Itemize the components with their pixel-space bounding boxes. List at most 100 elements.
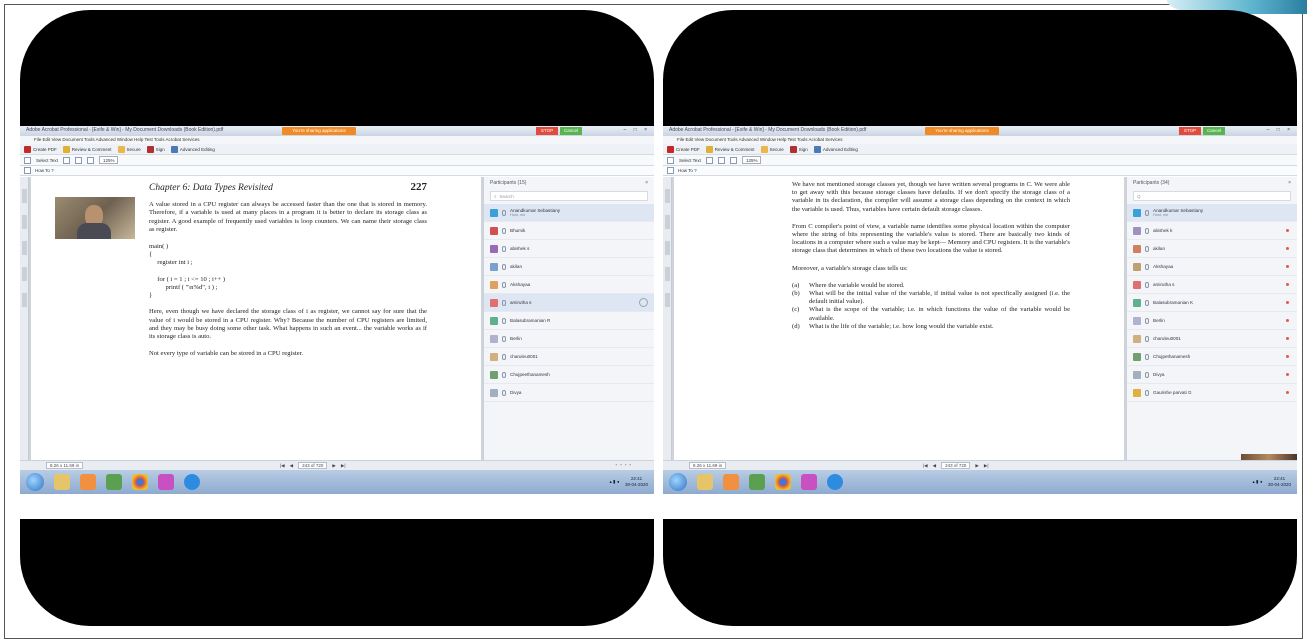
window-title: Adobe Acrobat Professional - [Exife & Wi…	[669, 127, 867, 133]
close-icon[interactable]: ×	[1288, 180, 1291, 186]
participant-row[interactable]: Divya	[484, 384, 654, 402]
media-icon[interactable]	[723, 474, 739, 490]
next-page-icon[interactable]: ▶	[975, 463, 978, 469]
prev-page-icon[interactable]: ◀	[933, 463, 936, 469]
stop-share-button[interactable]: STOP	[1179, 127, 1201, 135]
participant-row[interactable]: Chujpethanamesh	[1127, 348, 1297, 366]
tray-icons[interactable]: ▴ ▮ ◂	[1252, 479, 1262, 485]
participant-row[interactable]: Anandkumar Sebastiany Host, me	[484, 204, 654, 222]
participant-row[interactable]: Chujpeethanamesh	[484, 366, 654, 384]
participant-row[interactable]: Balasubramanian R	[484, 312, 654, 330]
page-input[interactable]: 243 of 720	[298, 462, 328, 469]
paint-icon[interactable]	[158, 474, 174, 490]
editing-tool[interactable]: Advanced Editing	[813, 145, 858, 153]
how-to-button[interactable]: How To ?	[35, 168, 54, 173]
prev-page-icon[interactable]: ◀	[290, 463, 293, 469]
page-fit-icon[interactable]	[729, 156, 737, 164]
more-options-icon[interactable]	[639, 298, 648, 307]
next-page-icon[interactable]: ▶	[332, 463, 335, 469]
pen-icon	[146, 145, 154, 153]
select-text-tool[interactable]: Select Text	[679, 158, 701, 163]
snapshot-icon[interactable]	[705, 156, 713, 164]
last-page-icon[interactable]: ▶|	[341, 463, 346, 469]
view-mode-icons[interactable]: ▫▫▫▫	[616, 462, 634, 467]
menu-bar[interactable]: File Edit View Document Tools Advanced W…	[20, 136, 654, 144]
zoom-icon[interactable]	[74, 156, 82, 164]
sign-tool[interactable]: Sign	[146, 145, 165, 153]
muted-indicator-icon	[1286, 229, 1289, 232]
zoom-app-icon[interactable]	[184, 474, 200, 490]
participant-row[interactable]: akilan	[484, 258, 654, 276]
hand-tool-icon[interactable]	[24, 156, 31, 164]
app-icon[interactable]	[106, 474, 122, 490]
paragraph: Here, even though we have declared the s…	[149, 308, 427, 341]
create-pdf-tool[interactable]: Create PDF	[667, 145, 700, 153]
storage-class-list: (a) Where the variable would be stored. (b…	[792, 282, 1070, 331]
participant-name: akilan	[510, 264, 523, 269]
participant-row[interactable]: akilan	[1127, 240, 1297, 258]
secure-tool[interactable]: Secure	[117, 145, 141, 153]
navigation-strip[interactable]	[663, 177, 672, 460]
participant-row[interactable]: Anandkumar Sebastiany Host, me	[1127, 204, 1297, 222]
stop-share-button[interactable]: STOP	[536, 127, 558, 135]
zoom-level[interactable]: 125%	[741, 156, 762, 164]
start-button[interactable]	[669, 473, 687, 491]
participant-row[interactable]: abishek k	[1127, 222, 1297, 240]
page-fit-icon[interactable]	[86, 156, 94, 164]
snapshot-icon[interactable]	[62, 156, 70, 164]
bookmark-icon[interactable]	[667, 167, 674, 174]
secure-tool[interactable]: Secure	[760, 145, 784, 153]
window-controls[interactable]: – □ ×	[624, 127, 651, 133]
status-bar: 8.26 x 11.69 in |◀ ◀ 243 of 720 ▶ ▶|	[663, 460, 1297, 470]
toolbar: Create PDF Review & Comment Secure Sign …	[20, 144, 654, 155]
close-icon[interactable]: ×	[645, 180, 648, 186]
start-button[interactable]	[26, 473, 44, 491]
page-input[interactable]: 243 of 720	[941, 462, 971, 469]
bookmark-icon[interactable]	[24, 167, 31, 174]
participant-row[interactable]: charuleu0001	[484, 348, 654, 366]
first-page-icon[interactable]: |◀	[923, 463, 928, 469]
review-tool[interactable]: Review & Comment	[705, 145, 755, 153]
chrome-icon[interactable]	[132, 474, 148, 490]
cancel-button[interactable]: Cancel	[560, 127, 582, 135]
participant-row[interactable]: Akshayaa	[1127, 258, 1297, 276]
participant-row[interactable]: Berlin	[484, 330, 654, 348]
explorer-icon[interactable]	[697, 474, 713, 490]
review-tool[interactable]: Review & Comment	[62, 145, 112, 153]
participant-row[interactable]: Gaurishe parvati G	[1127, 384, 1297, 402]
menu-bar[interactable]: File Edit View Document Tools Advanced W…	[663, 136, 1297, 144]
participant-row[interactable]: amirutha s	[1127, 276, 1297, 294]
media-icon[interactable]	[80, 474, 96, 490]
participant-row[interactable]: amirutha s	[484, 294, 654, 312]
hand-tool-icon[interactable]	[667, 156, 674, 164]
tray-icons[interactable]: ▴ ▮ ◂	[609, 479, 619, 485]
zoom-level[interactable]: 125%	[98, 156, 119, 164]
how-to-button[interactable]: How To ?	[678, 168, 697, 173]
avatar	[1133, 226, 1141, 235]
participant-row[interactable]: Balasubramanian K	[1127, 294, 1297, 312]
sign-tool[interactable]: Sign	[789, 145, 808, 153]
cancel-button[interactable]: Cancel	[1203, 127, 1225, 135]
create-pdf-tool[interactable]: Create PDF	[24, 145, 57, 153]
paint-icon[interactable]	[801, 474, 817, 490]
participant-row[interactable]: Divya	[1127, 366, 1297, 384]
participant-row[interactable]: Berlin	[1127, 312, 1297, 330]
explorer-icon[interactable]	[54, 474, 70, 490]
participant-row[interactable]: Bhumik	[484, 222, 654, 240]
avatar	[490, 352, 498, 361]
zoom-app-icon[interactable]	[827, 474, 843, 490]
first-page-icon[interactable]: |◀	[280, 463, 285, 469]
zoom-icon[interactable]	[717, 156, 725, 164]
navigation-strip[interactable]	[20, 177, 29, 460]
select-text-tool[interactable]: Select Text	[36, 158, 58, 163]
editing-tool[interactable]: Advanced Editing	[170, 145, 215, 153]
participant-row[interactable]: abishek s	[484, 240, 654, 258]
window-controls[interactable]: – □ ×	[1267, 127, 1294, 133]
participant-row[interactable]: Akshayaa	[484, 276, 654, 294]
participant-search-input[interactable]: Q	[1133, 191, 1291, 201]
last-page-icon[interactable]: ▶|	[984, 463, 989, 469]
app-icon[interactable]	[749, 474, 765, 490]
participant-search-input[interactable]: ⌕ Search	[490, 191, 648, 201]
chrome-icon[interactable]	[775, 474, 791, 490]
participant-row[interactable]: charuleu0001	[1127, 330, 1297, 348]
